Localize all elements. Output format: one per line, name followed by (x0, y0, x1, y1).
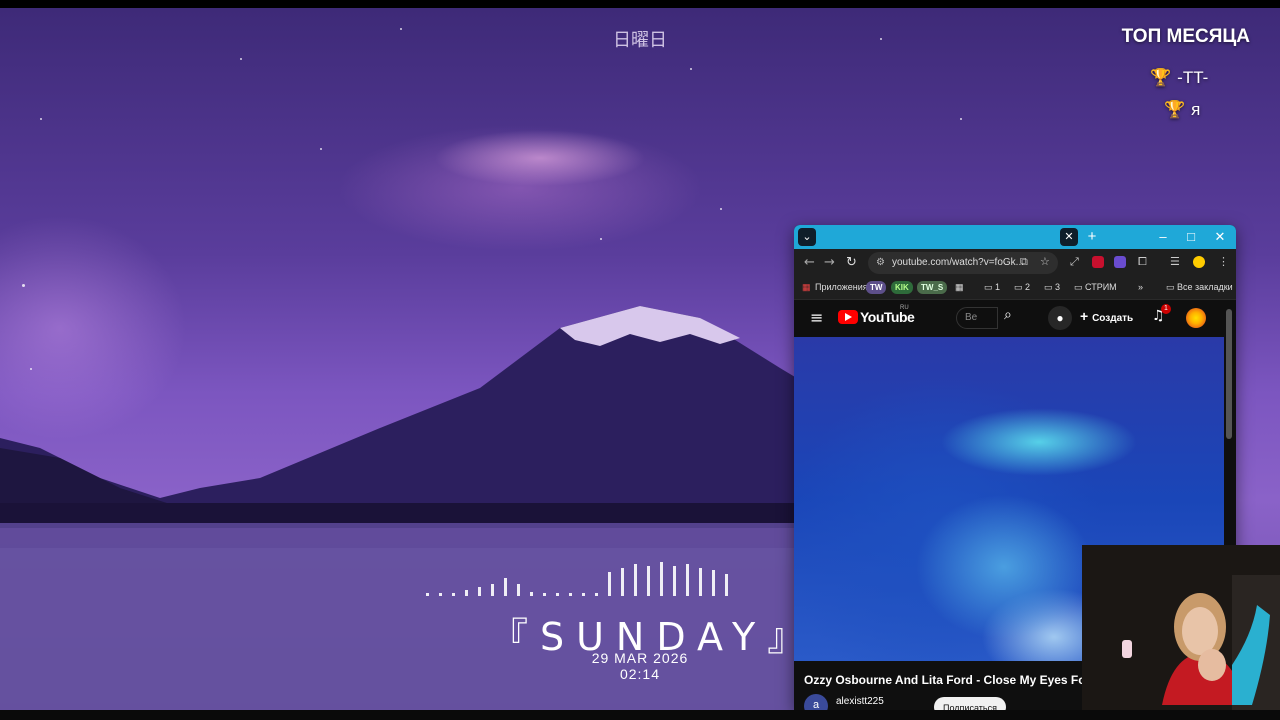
top-entry-name: -TT- (1177, 68, 1209, 87)
tab-close-button[interactable]: ✕ (1060, 228, 1078, 246)
menu-icon[interactable]: ≡ (810, 308, 823, 327)
bookmark-apps[interactable]: Приложения (815, 282, 868, 292)
region-code: RU (900, 305, 909, 311)
extension-youtube-icon[interactable] (1092, 256, 1104, 268)
folder-icon: ▭ (984, 282, 996, 292)
minimize-button[interactable]: – (1150, 228, 1176, 246)
folder-icon: ▭ (1014, 282, 1026, 292)
user-avatar[interactable] (1186, 308, 1206, 328)
address-url: youtube.com/watch?v=foGk... (892, 257, 1025, 268)
folder-label: 2 (1025, 282, 1031, 292)
top-month-title: ТОП МЕСЯЦА (1121, 26, 1250, 47)
bookmarks-bar: ▦ Приложения TW KIK TW_S ▦ ▭ 1 ▭ 2 ▭ 3 ▭… (794, 277, 1236, 300)
time-display: 02:14 (619, 666, 661, 682)
date-display: 29 MAR 2026 (591, 650, 689, 666)
media-control-icon[interactable]: ☰ (1170, 255, 1180, 268)
extension-link-icon[interactable]: ⤢ (1070, 255, 1079, 269)
bookmark-folder-3[interactable]: ▭ 3 (1044, 282, 1060, 293)
tab-list-button[interactable]: ⌄ (798, 228, 816, 246)
browser-toolbar: ← → ↻ ⚙ youtube.com/watch?v=foGk... ⧉ ☆ … (794, 249, 1236, 277)
youtube-logo-icon[interactable] (838, 310, 858, 324)
bookmark-folder-stream[interactable]: ▭ СТРИМ (1074, 282, 1117, 293)
extension-purple-icon[interactable] (1114, 256, 1126, 268)
forward-icon[interactable]: → (824, 255, 835, 270)
bookmark-chip-kik[interactable]: KIK (891, 281, 913, 294)
channel-avatar[interactable]: a (804, 694, 828, 710)
create-label: Создать (1092, 313, 1134, 324)
notification-count-badge: 1 (1161, 304, 1171, 314)
channel-name[interactable]: alexistt225 (836, 696, 884, 707)
install-app-icon[interactable]: ⧉ (1020, 255, 1028, 269)
all-bookmarks[interactable]: ▭ Все закладки (1166, 282, 1233, 293)
apps-grid-icon: ▦ (802, 282, 811, 292)
bookmarks-more-button[interactable]: » (1138, 282, 1143, 292)
new-tab-button[interactable]: + (1083, 228, 1101, 246)
folder-icon: ▭ (1074, 282, 1086, 292)
maximize-button[interactable]: □ (1178, 228, 1204, 246)
create-button[interactable]: + Создать (1080, 308, 1133, 324)
bookmark-chip-tw-s[interactable]: TW_S (917, 281, 948, 294)
webcam-person-image (1082, 545, 1280, 710)
youtube-wordmark[interactable]: YouTube (860, 309, 915, 325)
folder-icon: ▭ (1044, 282, 1056, 292)
plus-icon: + (1080, 308, 1093, 324)
search-input[interactable]: Ве (956, 307, 998, 329)
video-title: Ozzy Osbourne And Lita Ford - Close My E… (804, 673, 1115, 687)
page-scrollbar[interactable] (1226, 309, 1232, 439)
profile-avatar-icon[interactable] (1193, 256, 1205, 268)
bookmark-star-icon[interactable]: ☆ (1040, 255, 1050, 268)
close-window-button[interactable]: ✕ (1207, 228, 1233, 246)
bookmark-chip-tw[interactable]: TW (866, 281, 887, 294)
audio-visualizer (426, 560, 728, 596)
bookmark-grid-icon[interactable]: ▦ (955, 282, 964, 293)
search-icon[interactable]: ⌕ (1004, 307, 1012, 323)
browser-menu-icon[interactable]: ⋮ (1218, 255, 1229, 268)
weekday-japanese: 日曜日 (613, 30, 667, 51)
folder-label: 1 (995, 282, 1001, 292)
top-entry-name: я (1191, 100, 1201, 119)
subscribe-button[interactable]: Подписаться (934, 697, 1006, 710)
microphone-icon[interactable]: ● (1048, 306, 1072, 330)
top-entry-1: 🏆 -TT- (1150, 68, 1208, 88)
reload-icon[interactable]: ↻ (846, 255, 857, 270)
top-entry-2: 🏆 я (1164, 100, 1200, 120)
tab-bar: ⌄ ✕ + – □ ✕ (794, 225, 1236, 249)
youtube-header: ≡ YouTube RU Ве ⌕ ● + Создать ♫ 1 (794, 300, 1236, 336)
all-bookmarks-label: Все закладки (1177, 282, 1233, 292)
bookmark-folder-1[interactable]: ▭ 1 (984, 282, 1000, 293)
bottom-letterbox (0, 710, 1280, 720)
address-bar[interactable]: ⚙ youtube.com/watch?v=foGk... (868, 252, 1058, 274)
folder-icon: ▭ (1166, 282, 1178, 292)
back-icon[interactable]: ← (804, 255, 815, 270)
silver-trophy-icon: 🏆 (1164, 100, 1186, 120)
site-settings-icon[interactable]: ⚙ (876, 252, 885, 274)
bookmark-folder-2[interactable]: ▭ 2 (1014, 282, 1030, 293)
folder-label: СТРИМ (1085, 282, 1117, 292)
folder-label: 3 (1055, 282, 1061, 292)
extensions-puzzle-icon[interactable]: ⧠ (1138, 255, 1147, 269)
gold-trophy-icon: 🏆 (1150, 68, 1172, 88)
webcam-overlay (1082, 545, 1280, 710)
